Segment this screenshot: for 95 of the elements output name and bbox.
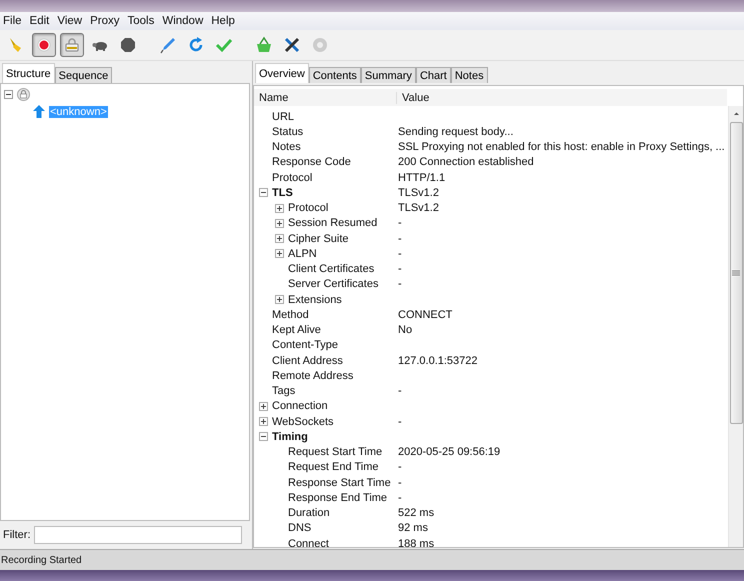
property-name: Status: [272, 126, 304, 138]
expand-toggle[interactable]: [275, 218, 284, 228]
property-name: Connect: [288, 538, 329, 547]
menu-item[interactable]: File: [1, 15, 28, 27]
property-name: Response End Time: [288, 492, 388, 504]
expand-toggle[interactable]: [275, 234, 284, 244]
tab[interactable]: Notes: [450, 67, 488, 83]
property-name: Kept Alive: [272, 324, 321, 336]
property-name: URL: [272, 110, 294, 123]
property-value: 188 ms: [398, 538, 434, 547]
property-value: CONNECT: [398, 308, 452, 321]
property-name: ALPN: [288, 248, 317, 260]
property-name: Remote Address: [272, 370, 354, 382]
collapse-toggle[interactable]: [259, 432, 268, 442]
up-arrow-icon: [33, 105, 45, 118]
record-icon: [35, 36, 53, 54]
property-name: Connection: [272, 400, 328, 412]
property-value: TLSv1.2: [398, 186, 439, 199]
property-value: No: [398, 324, 412, 336]
gear-icon: [311, 36, 329, 54]
property-value: HTTP/1.1: [398, 172, 446, 184]
property-name: Timing: [272, 430, 308, 443]
expand-toggle[interactable]: [275, 249, 284, 258]
property-name: Duration: [288, 507, 330, 520]
property-value: -: [398, 248, 402, 260]
expand-toggle[interactable]: [275, 295, 284, 304]
tab[interactable]: Sequence: [54, 67, 112, 83]
property-value: 2020-05-25 09:56:19: [398, 446, 500, 458]
property-name: Response Start Time: [288, 476, 391, 489]
menu-item[interactable]: Edit: [28, 15, 56, 27]
grip-icon: [732, 270, 740, 276]
status-text: Recording Started: [1, 554, 82, 566]
property-value: 127.0.0.1:53722: [398, 354, 478, 367]
property-name: Tags: [272, 385, 296, 398]
menu-item[interactable]: Help: [209, 15, 241, 27]
property-value: TLSv1.2: [398, 202, 439, 214]
property-name: DNS: [288, 522, 312, 534]
property-name: Request Start Time: [288, 446, 382, 458]
expand-toggle[interactable]: [259, 417, 268, 426]
property-value: 200 Connection established: [398, 156, 534, 168]
property-name: Cipher Suite: [288, 232, 349, 245]
tools-icon: [283, 36, 301, 54]
property-value: -: [398, 278, 402, 290]
lock-icon: [17, 88, 30, 101]
menu-item[interactable]: View: [55, 15, 88, 27]
property-name: Server Certificates: [288, 278, 378, 290]
collapse-toggle[interactable]: [4, 90, 13, 99]
expand-toggle[interactable]: [275, 204, 284, 213]
hexagon-icon: [119, 36, 137, 54]
property-value: -: [398, 416, 402, 428]
pen-icon: [159, 36, 177, 54]
property-name: Request End Time: [288, 461, 378, 474]
property-value: -: [398, 476, 402, 489]
property-name: Method: [272, 308, 309, 321]
property-value: SSL Proxying not enabled for this host: enable in Proxy Settings, ...: [398, 141, 725, 154]
property-value: -: [398, 461, 402, 474]
menu-item[interactable]: Proxy: [88, 15, 126, 27]
column-header[interactable]: Value: [397, 92, 430, 104]
property-value: -: [398, 263, 402, 276]
column-header[interactable]: Name: [254, 92, 397, 104]
collapse-toggle[interactable]: [259, 188, 268, 198]
lock-icon: [63, 36, 81, 54]
tab[interactable]: Structure: [2, 63, 55, 83]
property-value: -: [398, 217, 402, 230]
scrollbar[interactable]: [728, 106, 743, 547]
property-value: 522 ms: [398, 507, 434, 520]
property-name: Client Address: [272, 354, 343, 367]
basket-icon: [255, 36, 273, 54]
tab[interactable]: Summary: [360, 67, 416, 83]
filter-field[interactable]: [34, 526, 242, 544]
property-name: Content-Type: [272, 339, 338, 352]
property-name: Client Certificates: [288, 263, 374, 276]
property-value: -: [398, 232, 402, 245]
property-value: -: [398, 492, 402, 504]
scrollbar-thumb[interactable]: [730, 122, 742, 424]
tab[interactable]: Chart: [416, 67, 451, 83]
menu-item[interactable]: Window: [160, 15, 210, 27]
property-name: Session Resumed: [288, 217, 378, 230]
property-name: Response Code: [272, 156, 351, 168]
property-name: TLS: [272, 186, 293, 199]
tab[interactable]: Contents: [308, 67, 361, 83]
property-value: -: [398, 385, 402, 398]
property-value: 92 ms: [398, 522, 428, 534]
filter-label: Filter:: [3, 529, 30, 541]
property-name: Extensions: [288, 294, 342, 306]
refresh-icon: [187, 36, 205, 54]
expand-toggle[interactable]: [259, 402, 268, 411]
property-name: Protocol: [288, 202, 328, 214]
checkmark-icon: [215, 36, 233, 54]
property-name: WebSockets: [272, 416, 334, 428]
property-value: Sending request body...: [398, 126, 514, 138]
property-name: Protocol: [272, 172, 312, 184]
tab[interactable]: Overview: [255, 63, 309, 83]
property-name: Notes: [272, 141, 301, 154]
menu-item[interactable]: Tools: [125, 15, 160, 27]
